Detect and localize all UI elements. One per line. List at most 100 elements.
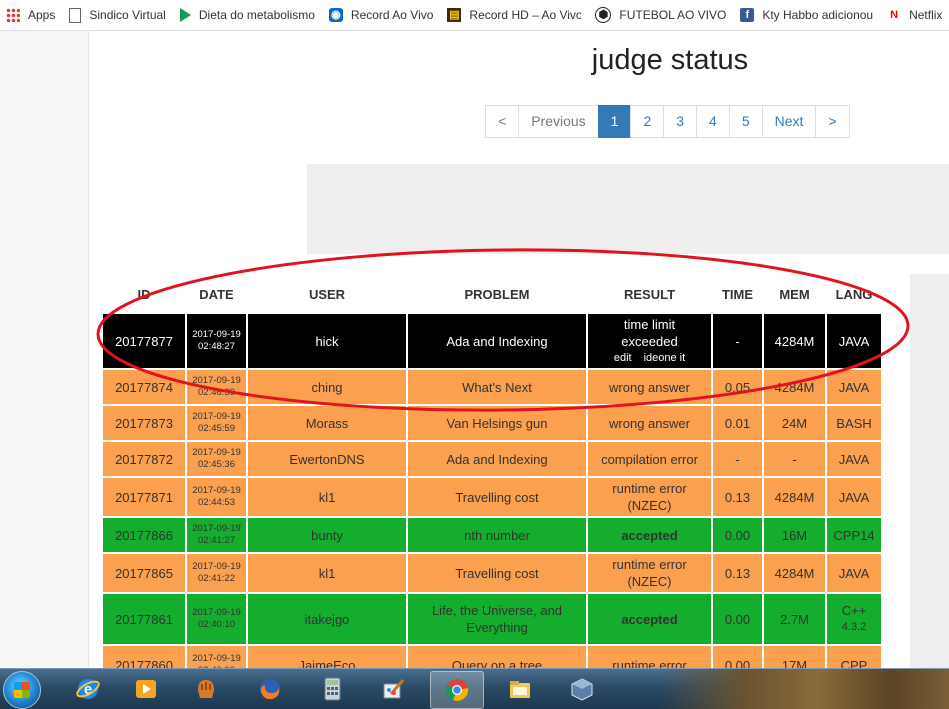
col-date: DATE bbox=[186, 276, 247, 313]
problem-link[interactable]: Travelling cost bbox=[406, 552, 588, 594]
page-1-button[interactable]: 1 bbox=[597, 105, 632, 138]
calculator-button[interactable] bbox=[306, 671, 358, 707]
user-link[interactable]: kl1 bbox=[246, 552, 408, 594]
run-time: 0.13 bbox=[711, 552, 764, 594]
run-time: 0.00 bbox=[711, 592, 764, 646]
start-button[interactable] bbox=[3, 671, 41, 709]
table-row: 20177871 2017-09-19 02:44:53 kl1 Travelli… bbox=[101, 476, 883, 518]
document-icon bbox=[69, 7, 82, 23]
record-tv-icon: ◉ bbox=[328, 8, 343, 22]
netflix-icon: N bbox=[890, 9, 899, 21]
submission-date: 2017-09-19 02:41:22 bbox=[185, 552, 248, 594]
language: CPP14 bbox=[825, 516, 883, 554]
problem-link[interactable]: Van Helsings gun bbox=[406, 404, 588, 442]
submission-id: 20177877 bbox=[101, 312, 187, 370]
bookmark-kty-habbo[interactable]: f Kty Habbo adicionou bbox=[734, 0, 881, 30]
paint-button[interactable] bbox=[368, 671, 420, 707]
page-4-button[interactable]: 4 bbox=[696, 105, 730, 138]
user-link[interactable]: Morass bbox=[246, 404, 408, 442]
user-link[interactable]: ching bbox=[246, 368, 408, 406]
result-text: compilation error bbox=[586, 440, 713, 478]
virtualbox-button[interactable] bbox=[556, 671, 608, 707]
language: JAVA bbox=[825, 552, 883, 594]
memory: 4284M bbox=[762, 368, 827, 406]
soccer-ball-icon: ⬢ bbox=[595, 7, 612, 23]
bookmark-netflix[interactable]: N Netflix bbox=[881, 0, 949, 30]
user-link[interactable]: bunty bbox=[246, 516, 408, 554]
facebook-icon: f bbox=[740, 8, 755, 22]
problem-link[interactable]: Life, the Universe, and Everything bbox=[406, 592, 588, 646]
calculator-icon bbox=[324, 677, 341, 701]
media-player-icon bbox=[136, 680, 156, 698]
bookmark-record-hd[interactable]: ▤ Record HD – Ao Vivo bbox=[441, 0, 589, 30]
internet-explorer-icon: e bbox=[76, 679, 100, 699]
col-problem: PROBLEM bbox=[407, 276, 587, 313]
virtualbox-icon bbox=[571, 678, 593, 701]
memory: 4284M bbox=[762, 312, 827, 370]
page-2-button[interactable]: 2 bbox=[630, 105, 665, 138]
submission-id: 20177874 bbox=[101, 368, 187, 406]
submission-id: 20177861 bbox=[101, 592, 187, 646]
bookmark-record-ao-vivo[interactable]: ◉ Record Ao Vivo bbox=[323, 0, 442, 30]
col-result: RESULT bbox=[587, 276, 712, 313]
memory: 4284M bbox=[762, 552, 827, 594]
bookmark-dieta[interactable]: Dieta do metabolismo bbox=[174, 0, 323, 30]
page-3-button[interactable]: 3 bbox=[663, 105, 698, 138]
language: JAVA bbox=[825, 440, 883, 478]
media-player-button[interactable] bbox=[120, 671, 172, 707]
submission-id: 20177871 bbox=[101, 476, 187, 518]
col-mem: MEM bbox=[763, 276, 826, 313]
result-text: time limit exceeded bbox=[621, 316, 678, 349]
memory: - bbox=[762, 440, 827, 478]
bookmark-futebol[interactable]: ⬢ FUTEBOL AO VIVO bbox=[589, 0, 734, 30]
windows-logo-icon bbox=[14, 682, 30, 698]
bowling-glove-button[interactable] bbox=[180, 671, 232, 707]
run-time: - bbox=[711, 440, 764, 478]
record-hd-icon: ▤ bbox=[447, 8, 462, 22]
table-row: 20177872 2017-09-19 02:45:36 EwertonDNS A… bbox=[101, 440, 883, 478]
bookmark-apps[interactable]: Apps bbox=[0, 0, 63, 30]
submission-id: 20177865 bbox=[101, 552, 187, 594]
col-id: ID bbox=[102, 276, 186, 313]
problem-link[interactable]: Travelling cost bbox=[406, 476, 588, 518]
result-text: accepted bbox=[586, 516, 713, 554]
bookmark-sindico-virtual[interactable]: Sindico Virtual bbox=[63, 0, 174, 30]
run-time: - bbox=[711, 312, 764, 370]
paint-brush-icon bbox=[383, 679, 405, 699]
table-row: 20177873 2017-09-19 02:45:59 Morass Van H… bbox=[101, 404, 883, 442]
language: JAVA bbox=[825, 312, 883, 370]
result-cell: time limit exceeded edit ideone it bbox=[586, 312, 713, 370]
user-link[interactable]: hick bbox=[246, 312, 408, 370]
firefox-button[interactable] bbox=[244, 671, 296, 707]
page-5-button[interactable]: 5 bbox=[728, 105, 763, 138]
internet-explorer-button[interactable]: e bbox=[62, 671, 114, 707]
user-link[interactable]: EwertonDNS bbox=[246, 440, 408, 478]
file-explorer-button[interactable] bbox=[494, 671, 546, 707]
status-table: ID DATE USER PROBLEM RESULT TIME MEM LAN… bbox=[101, 276, 883, 686]
ideone-link[interactable]: ideone it bbox=[644, 352, 686, 364]
problem-link[interactable]: Ada and Indexing bbox=[406, 440, 588, 478]
run-time: 0.01 bbox=[711, 404, 764, 442]
first-page-button[interactable]: < bbox=[485, 105, 520, 138]
apps-grid-icon bbox=[6, 8, 20, 22]
chrome-button[interactable] bbox=[430, 671, 484, 709]
run-time: 0.13 bbox=[711, 476, 764, 518]
run-time: 0.05 bbox=[711, 368, 764, 406]
problem-link[interactable]: What's Next bbox=[406, 368, 588, 406]
problem-link[interactable]: Ada and Indexing bbox=[406, 312, 588, 370]
table-row: 20177874 2017-09-19 02:46:39 ching What's… bbox=[101, 368, 883, 406]
last-page-button[interactable]: > bbox=[815, 105, 850, 138]
user-link[interactable]: kl1 bbox=[246, 476, 408, 518]
ad-sidebar bbox=[910, 274, 949, 668]
language: JAVA bbox=[825, 476, 883, 518]
previous-button[interactable]: Previous bbox=[518, 105, 599, 138]
table-header: ID DATE USER PROBLEM RESULT TIME MEM LAN… bbox=[102, 276, 882, 313]
submission-date: 2017-09-19 02:46:39 bbox=[185, 368, 248, 406]
next-button[interactable]: Next bbox=[761, 105, 817, 138]
bookmarks-bar: Apps Sindico Virtual Dieta do metabolism… bbox=[0, 0, 949, 31]
problem-link[interactable]: nth number bbox=[406, 516, 588, 554]
edit-link[interactable]: edit bbox=[614, 352, 632, 364]
memory: 4284M bbox=[762, 476, 827, 518]
submission-id: 20177873 bbox=[101, 404, 187, 442]
user-link[interactable]: itakejgo bbox=[246, 592, 408, 646]
